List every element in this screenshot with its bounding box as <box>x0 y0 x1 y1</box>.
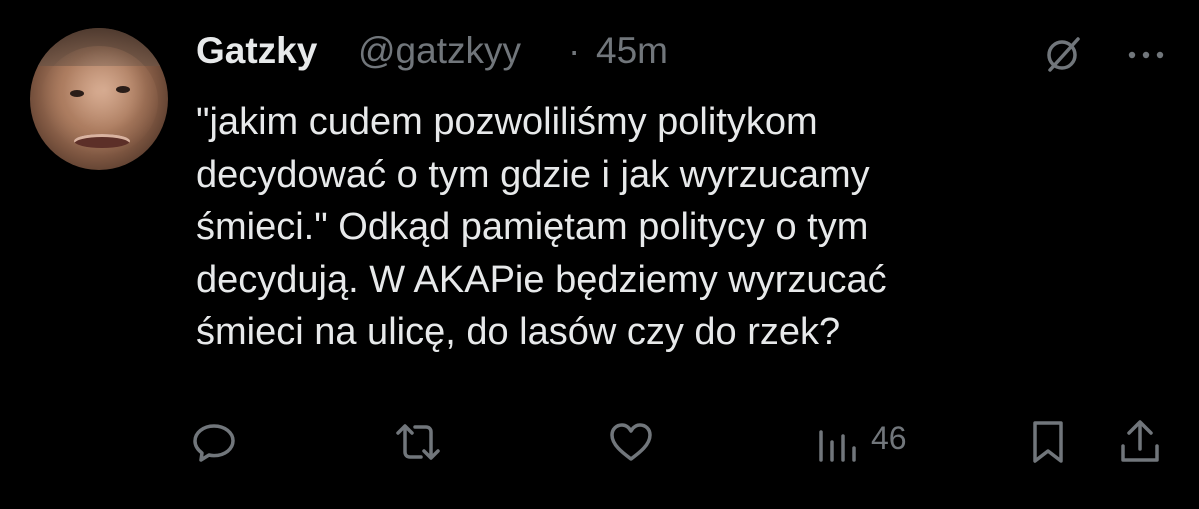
share-button[interactable] <box>1118 418 1162 466</box>
more-icon[interactable] <box>1126 48 1166 60</box>
tweet-text-line: śmieci." Odkąd pamiętam politycy o tym <box>196 206 869 248</box>
separator-dot: · <box>568 30 581 71</box>
bookmark-icon <box>1033 421 1063 463</box>
bookmark-button[interactable] <box>1028 418 1068 466</box>
views-icon <box>819 430 856 462</box>
grok-icon[interactable] <box>1040 34 1084 74</box>
avatar-eye-left <box>70 90 84 97</box>
author-handle[interactable]: @gatzkyy <box>358 30 521 72</box>
retweet-icon <box>396 424 440 460</box>
tweet[interactable]: Gatzky @gatzkyy · 45m "jakim cudem pozwo… <box>0 0 1199 509</box>
tweet-text-line: decydują. W AKAPie będziemy wyrzucać <box>196 258 887 301</box>
like-button[interactable] <box>606 418 656 466</box>
avatar[interactable] <box>30 28 168 170</box>
author-name[interactable]: Gatzky <box>196 30 317 72</box>
retweet-button[interactable] <box>393 418 443 466</box>
like-icon <box>610 423 652 461</box>
timestamp[interactable]: 45m <box>596 30 668 72</box>
tweet-text-line: śmieci na ulicę, do lasów czy do rzek? <box>196 311 841 353</box>
tweet-text-line: decydować o tym gdzie i jak wyrzucamy <box>196 153 870 196</box>
share-icon <box>1121 420 1159 462</box>
views-count: 46 <box>871 419 907 456</box>
avatar-eye-right <box>116 86 130 93</box>
tweet-text: "jakim cudem pozwoliliśmy politykom decy… <box>196 96 1076 359</box>
tweet-text-line: "jakim cudem pozwoliliśmy politykom <box>196 101 818 143</box>
avatar-mouth <box>74 134 130 148</box>
reply-icon <box>193 424 235 462</box>
reply-button[interactable] <box>190 418 238 466</box>
views-button[interactable]: 46 <box>815 418 907 466</box>
